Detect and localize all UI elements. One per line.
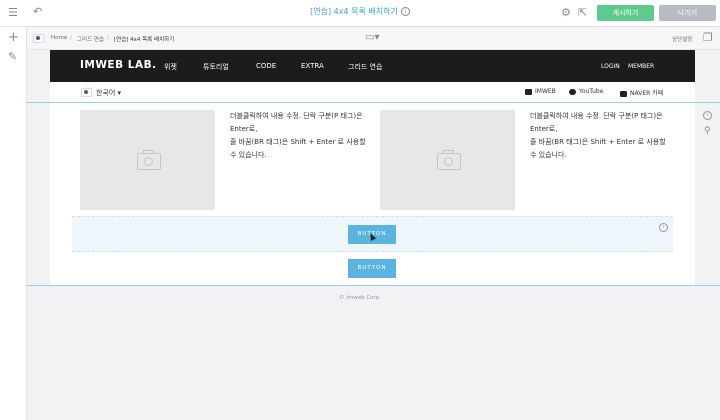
korea-flag-icon[interactable]: [33, 34, 44, 43]
breadcrumb-separator: /: [107, 35, 109, 41]
nav-item-code[interactable]: CODE: [256, 62, 276, 70]
login-link[interactable]: LOGIN: [601, 63, 620, 70]
breadcrumb-separator: /: [70, 35, 72, 41]
social-label: YouTube: [579, 88, 604, 95]
camera-icon: [437, 150, 461, 170]
nav-item-tutorial[interactable]: 튜토리얼: [203, 62, 229, 72]
plus-icon[interactable]: +: [8, 31, 19, 44]
external-link-icon: [525, 88, 532, 95]
breadcrumb-home[interactable]: Home: [51, 35, 67, 41]
site-button[interactable]: BUTTON: [348, 259, 396, 278]
site-logo[interactable]: IMWEB LAB.: [80, 59, 157, 71]
external-link-icon[interactable]: ⇱: [578, 7, 587, 19]
nav-item-grid[interactable]: 그리드 연습: [348, 62, 382, 72]
social-label: IMWEB: [535, 88, 556, 95]
language-label: 한국어: [96, 89, 116, 97]
member-link[interactable]: MEMBER: [628, 63, 654, 70]
paragraph-line: 더블클릭하여 내용 수정. 단락 구분(P 태그)은 Enter로,: [230, 112, 363, 133]
editor-topbar: ☰ ↶ [연습] 4x4 목록 배치하기 i ⚙ ⇱ 게시하기 나가기: [0, 0, 720, 27]
publish-button[interactable]: 게시하기: [597, 5, 654, 21]
language-bar: 한국어 ▾ IMWEB YouTube NAVER 카페: [50, 82, 695, 103]
section-guide-line: [27, 285, 720, 286]
pin-icon[interactable]: ⚲: [704, 125, 711, 137]
nav-item-widget[interactable]: 위젯: [164, 62, 177, 72]
breadcrumb-grid[interactable]: 그리드 연습: [77, 35, 104, 43]
social-label: NAVER 카페: [630, 90, 664, 97]
page-title[interactable]: [연습] 4x4 목록 배치하기: [310, 7, 398, 16]
image-placeholder[interactable]: [380, 110, 515, 210]
copy-icon[interactable]: ❐: [703, 32, 713, 44]
editor-subbar: Home / 그리드 연습 / [연습] 4x4 목록 배치하기 ▭▾ 상단설정…: [27, 27, 720, 50]
info-icon[interactable]: i: [659, 223, 668, 232]
exit-button[interactable]: 나가기: [659, 5, 716, 21]
breadcrumb-current: [연습] 4x4 목록 배치하기: [114, 37, 175, 43]
social-link-youtube[interactable]: YouTube: [569, 88, 603, 95]
text-block[interactable]: 더블클릭하여 내용 수정. 단락 구분(P 태그)은 Enter로, 줄 바꿈(…: [530, 110, 670, 162]
text-block[interactable]: 더블클릭하여 내용 수정. 단락 구분(P 태그)은 Enter로, 줄 바꿈(…: [230, 110, 370, 162]
monitor-icon[interactable]: ▭▾: [365, 32, 379, 44]
site-footer: © Imweb Corp.: [338, 295, 382, 301]
camera-icon: [137, 150, 161, 170]
youtube-icon: [569, 88, 576, 95]
social-link-naver[interactable]: NAVER 카페: [620, 88, 663, 97]
social-link-imweb[interactable]: IMWEB: [525, 88, 556, 95]
wrench-icon[interactable]: ✎: [8, 51, 17, 63]
korea-flag-icon: [81, 88, 92, 97]
site-canvas: IMWEB LAB. 위젯 튜토리얼 CODE EXTRA 그리드 연습 LOG…: [50, 50, 695, 285]
info-icon[interactable]: i: [703, 111, 712, 120]
gear-icon[interactable]: ⚙: [561, 7, 571, 19]
header-settings-link[interactable]: 상단설정: [672, 35, 692, 43]
paragraph-line: 줄 바꿈(BR 태그)은 Shift + Enter 로 사용할 수 있습니다.: [530, 138, 666, 159]
right-tools: i ⚲: [700, 102, 720, 162]
paragraph-line: 줄 바꿈(BR 태그)은 Shift + Enter 로 사용할 수 있습니다.: [230, 138, 366, 159]
naver-icon: [620, 90, 627, 97]
left-toolbar: + ✎: [0, 27, 27, 420]
nav-item-extra[interactable]: EXTRA: [301, 62, 324, 70]
language-selector[interactable]: 한국어 ▾: [96, 88, 121, 98]
info-icon[interactable]: i: [400, 7, 410, 16]
paragraph-line: 더블클릭하여 내용 수정. 단락 구분(P 태그)은 Enter로,: [530, 112, 663, 133]
image-placeholder[interactable]: [80, 110, 215, 210]
site-navbar: IMWEB LAB. 위젯 튜토리얼 CODE EXTRA 그리드 연습 LOG…: [50, 50, 695, 82]
